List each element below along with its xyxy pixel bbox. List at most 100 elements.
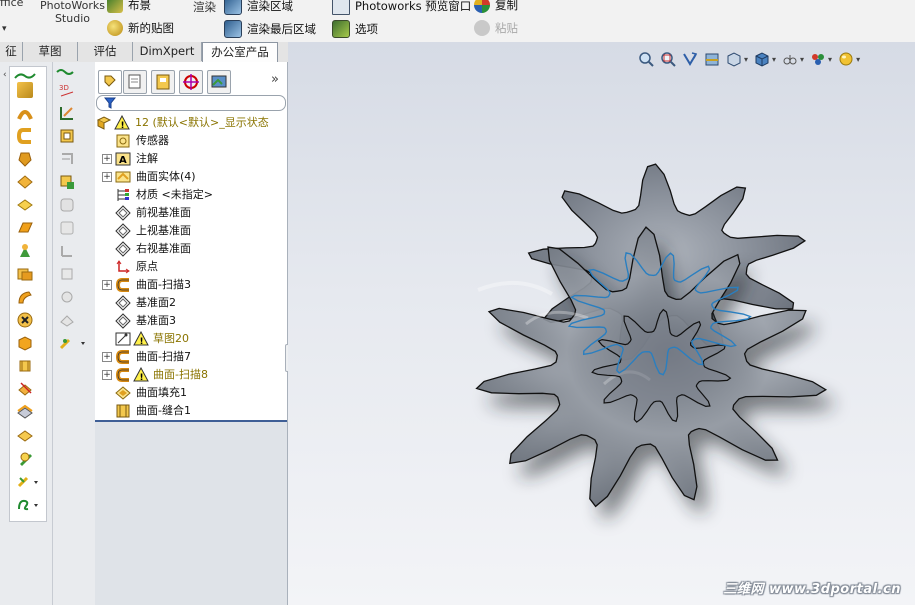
sweep-surface-icon <box>115 278 129 292</box>
filled-surface-icon[interactable] <box>17 197 33 213</box>
tab-features[interactable]: 征 <box>0 42 23 61</box>
split-line-icon[interactable] <box>59 151 75 167</box>
warning-icon: ! <box>133 331 149 347</box>
feature-tree-tab[interactable] <box>98 70 122 94</box>
tree-item[interactable]: 上视基准面 <box>95 222 287 240</box>
tree-item[interactable]: 材质 <未指定> <box>95 186 287 204</box>
tab-evaluate[interactable]: 评估 <box>78 42 133 61</box>
tree-item-label: 曲面-扫描3 <box>136 278 191 291</box>
graphics-viewport[interactable]: ▾ ▾ ▾ ▾ ▾ 三维网 www.3dportal.cn <box>288 42 915 605</box>
new-decal-button[interactable]: 新的贴图 <box>107 20 174 36</box>
curve-dropdown[interactable] <box>17 497 41 513</box>
tree-item-label: 注解 <box>136 152 158 165</box>
offset-surface-icon[interactable] <box>17 243 33 259</box>
photoworks-studio-button[interactable]: PhotoWorks Studio <box>40 0 105 25</box>
sketch-icon <box>115 332 131 346</box>
delete-face-icon[interactable] <box>17 312 33 328</box>
toolbar-gripper[interactable] <box>14 70 36 79</box>
paste-icon <box>474 20 490 36</box>
render-button[interactable]: 渲染 <box>193 0 216 15</box>
feature-filter-input[interactable] <box>96 95 286 111</box>
rib-disabled-icon[interactable] <box>59 243 75 259</box>
photoworks-preview-button[interactable]: Photoworks 预览窗口 <box>332 0 471 15</box>
cut-with-surface-icon[interactable] <box>17 450 33 466</box>
tree-item[interactable]: 基准面3 <box>95 312 287 330</box>
warning-icon: ! <box>114 115 130 131</box>
render-region-label: 渲染区域 <box>247 0 293 13</box>
plane-icon <box>115 223 131 239</box>
sweep-surface-icon <box>115 368 129 382</box>
replace-face-icon[interactable] <box>17 404 33 420</box>
tree-item[interactable]: 右视基准面 <box>95 240 287 258</box>
intersect-disabled-icon[interactable] <box>59 312 75 328</box>
tree-item[interactable]: 曲面-缝合1 <box>95 402 287 420</box>
filter-icon <box>104 97 116 109</box>
highlight-streak <box>477 280 554 296</box>
tree-item[interactable]: ! 草图20 <box>95 330 287 348</box>
render-region-button[interactable]: 渲染区域 <box>224 0 293 15</box>
plane-icon <box>115 241 131 257</box>
tree-item[interactable]: 曲面填充1 <box>95 384 287 402</box>
extruded-surface-icon[interactable] <box>17 82 33 98</box>
lofted-surface-icon[interactable] <box>17 151 33 167</box>
expand-toggle[interactable]: + <box>102 370 112 380</box>
dimxpert-manager-tab[interactable] <box>179 70 203 94</box>
copy-button[interactable]: 复制 <box>474 0 518 13</box>
model-graphics[interactable] <box>288 42 915 605</box>
draft-disabled-icon[interactable] <box>59 266 75 282</box>
preview-window-icon <box>332 0 350 15</box>
3d-sketch-icon[interactable]: 3D <box>59 82 75 98</box>
tree-item-label: 材质 <未指定> <box>136 188 213 201</box>
render-last-region-button[interactable]: 渲染最后区域 <box>224 20 316 38</box>
configuration-manager-tab[interactable] <box>151 70 175 94</box>
expand-toggle[interactable]: + <box>102 154 112 164</box>
tree-item-label: 原点 <box>136 260 158 273</box>
smart-dimension-icon[interactable] <box>59 105 75 121</box>
property-manager-tab[interactable] <box>123 70 147 94</box>
reference-geometry-dropdown[interactable] <box>59 335 89 351</box>
expand-toggle[interactable]: + <box>102 352 112 362</box>
options-button[interactable]: 选项 <box>332 20 378 38</box>
tree-item[interactable]: + A 注解 <box>95 150 287 168</box>
tab-office-products[interactable]: 办公室产品 <box>202 42 278 63</box>
tab-dimxpert[interactable]: DimXpert <box>133 42 202 61</box>
revolved-surface-icon[interactable] <box>17 105 33 121</box>
tree-item[interactable]: + 曲面实体(4) <box>95 168 287 186</box>
trim-surface-icon[interactable] <box>17 335 33 351</box>
tree-item[interactable]: + 曲面-扫描7 <box>95 348 287 366</box>
tree-item[interactable]: + 曲面-扫描3 <box>95 276 287 294</box>
tree-item[interactable]: 基准面2 <box>95 294 287 312</box>
wrap-disabled-icon[interactable] <box>59 289 75 305</box>
fillet-disabled-icon[interactable] <box>59 197 75 213</box>
convert-entities-icon[interactable] <box>59 174 75 190</box>
tree-item[interactable]: 原点 <box>95 258 287 276</box>
expand-toggle[interactable]: + <box>102 280 112 290</box>
expand-tabs-button[interactable]: » <box>271 72 279 87</box>
tree-item[interactable]: +! 曲面-扫描8 <box>95 366 287 384</box>
display-manager-tab[interactable] <box>207 70 231 94</box>
extend-surface-icon[interactable] <box>17 289 33 305</box>
add-relation-icon[interactable] <box>59 128 75 144</box>
tree-item[interactable]: 前视基准面 <box>95 204 287 222</box>
boundary-surface-icon[interactable] <box>17 174 33 190</box>
paste-button[interactable]: 粘贴 <box>474 20 518 36</box>
tree-item-label: 曲面实体(4) <box>136 170 196 183</box>
tab-sketch[interactable]: 草图 <box>23 42 78 61</box>
tree-item[interactable]: 传感器 <box>95 132 287 150</box>
ruled-surface-icon[interactable] <box>17 266 33 282</box>
swept-surface-icon[interactable] <box>17 128 33 144</box>
surface-more-dropdown[interactable] <box>17 474 41 490</box>
shell-disabled-icon[interactable] <box>59 220 75 236</box>
thicken-surface-icon[interactable] <box>17 427 33 443</box>
knit-surface-icon[interactable] <box>17 358 33 374</box>
scene-button[interactable]: 布景 <box>107 0 151 13</box>
toolbar-collapse-arrow[interactable]: ‹ <box>3 70 7 80</box>
untrim-surface-icon[interactable] <box>17 381 33 397</box>
copy-label: 复制 <box>495 0 518 12</box>
ribbon-dropdown-arrow[interactable]: ▾ <box>2 24 7 34</box>
planar-surface-icon[interactable] <box>17 220 33 236</box>
svg-text:A: A <box>119 155 127 166</box>
toolbar-gripper-2[interactable] <box>55 66 91 75</box>
render-region-icon <box>224 0 242 15</box>
expand-toggle[interactable]: + <box>102 172 112 182</box>
